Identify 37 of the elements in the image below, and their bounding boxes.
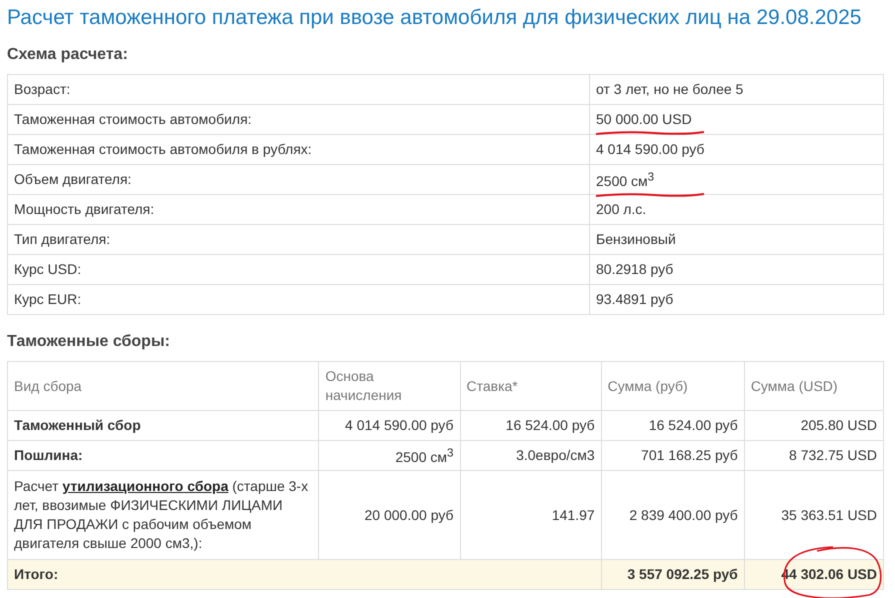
table-cell: от 3 лет, но не более 5: [590, 74, 884, 104]
page-title: Расчет таможенного платежа при ввозе автомобиля для физических лиц на 29.08.2025: [7, 5, 862, 31]
table-cell: 2500 см$^{3}$: [318, 440, 460, 470]
table-cell: 3.0евро/см3: [460, 440, 602, 470]
table-cell: Таможенный сбор: [8, 410, 319, 440]
table-cell: Таможенная стоимость автомобиля:: [8, 104, 590, 134]
table-cell: 4 014 590.00 руб: [590, 134, 884, 164]
table-cell: Итого:: [8, 560, 602, 590]
table-cell: 50 000.00 USD: [590, 104, 884, 134]
table-cell: Пошлина:: [8, 440, 319, 470]
fee-link[interactable]: утилизационного сбора: [62, 478, 228, 494]
table-cell: Тип двигателя:: [8, 224, 590, 254]
table-cell: 205.80 USD: [744, 410, 884, 440]
table-cell: 701 168.25 руб: [601, 440, 744, 470]
table-cell: Объем двигателя:: [8, 164, 590, 194]
table-cell: 3 557 092.25 руб: [601, 560, 744, 590]
table-cell: 16 524.00 руб: [601, 410, 744, 440]
column-header: Сумма (руб): [601, 362, 744, 410]
table-cell: Курс EUR:: [8, 284, 590, 314]
table-cell: 16 524.00 руб: [460, 410, 602, 440]
table-cell: 80.2918 руб: [590, 254, 884, 284]
column-header: Ставка*: [460, 362, 602, 410]
column-header: Сумма (USD): [744, 362, 884, 410]
section-heading: Схема расчета:: [7, 46, 129, 64]
table-cell: 2500 см$^{3}$: [590, 164, 884, 194]
column-header: Основа начисления: [318, 362, 460, 410]
table-cell: 8 732.75 USD: [744, 440, 884, 470]
table-cell: Таможенная стоимость автомобиля в рублях:: [8, 134, 590, 164]
table-cell: 200 л.с.: [590, 194, 884, 224]
section-heading: Таможенные сборы:: [7, 333, 171, 351]
table-cell: Бензиновый: [590, 224, 884, 254]
table-cell: 93.4891 руб: [590, 284, 884, 314]
column-header: Вид сбора: [8, 362, 319, 410]
table-cell: 4 014 590.00 руб: [318, 410, 460, 440]
table-cell: Курс USD:: [8, 254, 590, 284]
table-cell: Мощность двигателя:: [8, 194, 590, 224]
table-cell: Возраст:: [8, 74, 590, 104]
